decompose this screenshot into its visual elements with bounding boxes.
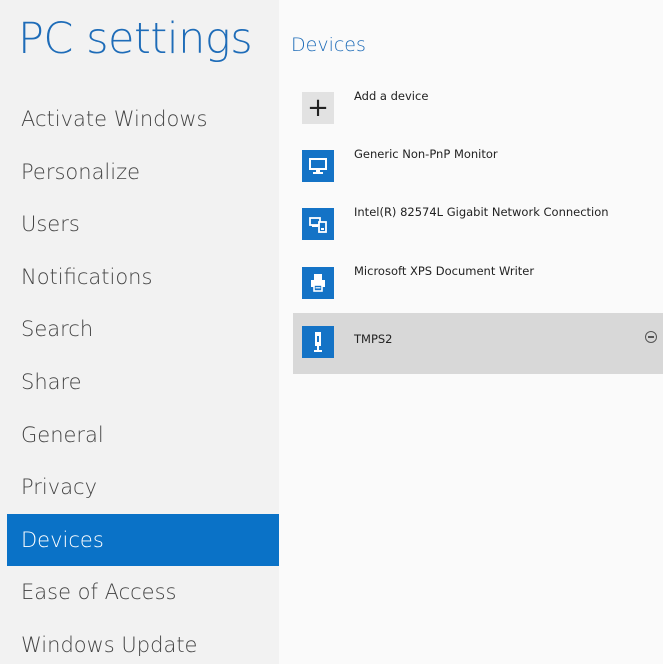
device-label: Microsoft XPS Document Writer [354, 264, 535, 278]
sidebar: PC settings Activate Windows Personalize… [0, 0, 279, 664]
monitor-icon [302, 150, 334, 182]
device-label: Generic Non-PnP Monitor [354, 147, 498, 161]
device-label: Intel(R) 82574L Gigabit Network Connecti… [354, 205, 609, 219]
device-item-xps-writer[interactable]: Microsoft XPS Document Writer [293, 259, 663, 317]
section-title: Devices [291, 34, 366, 56]
usb-device-icon [302, 326, 334, 358]
add-device-label: Add a device [354, 89, 429, 103]
nav-item-privacy[interactable]: Privacy [7, 461, 279, 514]
nav-item-devices[interactable]: Devices [7, 513, 279, 567]
nav-item-personalize[interactable]: Personalize [7, 146, 279, 199]
nav-item-activate-windows[interactable]: Activate Windows [7, 93, 279, 146]
nav-item-users[interactable]: Users [7, 198, 279, 251]
add-device-button[interactable]: + Add a device [293, 84, 663, 142]
device-item-generic-monitor[interactable]: Generic Non-PnP Monitor [293, 142, 663, 200]
device-label: TMPS2 [354, 332, 393, 346]
printer-icon [302, 267, 334, 299]
network-adapter-icon [302, 208, 334, 240]
nav-item-share[interactable]: Share [7, 356, 279, 409]
devices-panel: Devices + Add a device Generic Non-PnP M… [279, 0, 663, 664]
nav-item-search[interactable]: Search [7, 303, 279, 356]
settings-nav: Activate Windows Personalize Users Notif… [7, 93, 279, 672]
app-title: PC settings [18, 14, 253, 64]
plus-icon: + [302, 92, 334, 124]
nav-item-ease-of-access[interactable]: Ease of Access [7, 566, 279, 619]
nav-item-notifications[interactable]: Notifications [7, 251, 279, 304]
nav-item-general[interactable]: General [7, 409, 279, 462]
device-item-network-connection[interactable]: Intel(R) 82574L Gigabit Network Connecti… [293, 200, 663, 258]
remove-icon[interactable] [645, 331, 657, 343]
device-item-tmps2[interactable]: TMPS2 [293, 313, 663, 374]
